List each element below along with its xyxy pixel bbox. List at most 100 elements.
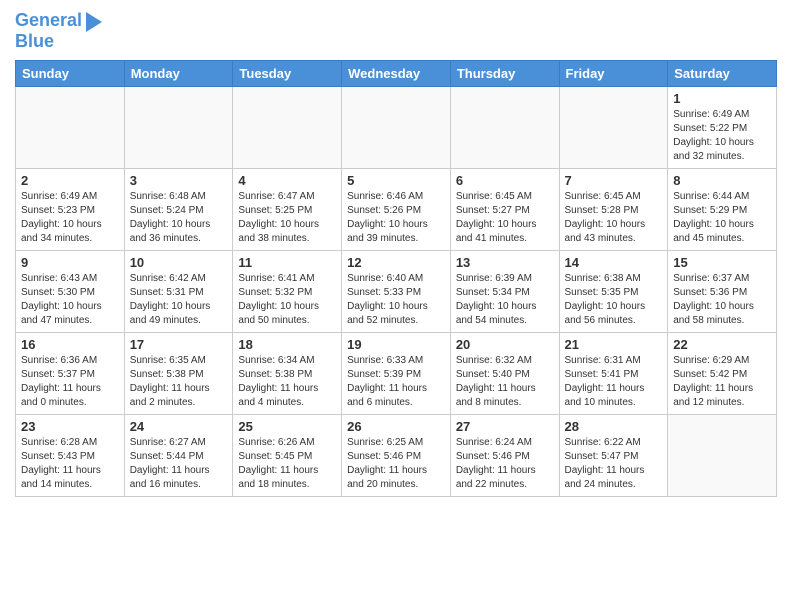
calendar-cell: 17 Sunrise: 6:35 AM Sunset: 5:38 PM Dayli… xyxy=(124,332,233,414)
day-info: Sunrise: 6:38 AM Sunset: 5:35 PM Dayligh… xyxy=(565,272,663,328)
calendar-cell: 12 Sunrise: 6:40 AM Sunset: 5:33 PM Dayli… xyxy=(342,250,451,332)
calendar-cell xyxy=(233,86,342,168)
calendar-cell: 8 Sunrise: 6:44 AM Sunset: 5:29 PM Daylig… xyxy=(668,168,777,250)
day-info: Sunrise: 6:48 AM Sunset: 5:24 PM Dayligh… xyxy=(130,190,228,246)
day-info: Sunrise: 6:47 AM Sunset: 5:25 PM Dayligh… xyxy=(238,190,336,246)
calendar-week-3: 9 Sunrise: 6:43 AM Sunset: 5:30 PM Daylig… xyxy=(16,250,777,332)
day-info: Sunrise: 6:22 AM Sunset: 5:47 PM Dayligh… xyxy=(565,436,663,492)
logo: General Blue xyxy=(15,10,102,52)
col-header-thursday: Thursday xyxy=(450,60,559,86)
day-number: 19 xyxy=(347,337,445,352)
day-number: 15 xyxy=(673,255,771,270)
calendar-cell: 13 Sunrise: 6:39 AM Sunset: 5:34 PM Dayli… xyxy=(450,250,559,332)
day-number: 13 xyxy=(456,255,554,270)
calendar-cell: 22 Sunrise: 6:29 AM Sunset: 5:42 PM Dayli… xyxy=(668,332,777,414)
col-header-friday: Friday xyxy=(559,60,668,86)
calendar-week-4: 16Sunrise: 6:36 AM Sunset: 5:37 PM Dayli… xyxy=(16,332,777,414)
day-info: Sunrise: 6:26 AM Sunset: 5:45 PM Dayligh… xyxy=(238,436,336,492)
day-info: Sunrise: 6:45 AM Sunset: 5:27 PM Dayligh… xyxy=(456,190,554,246)
day-number: 11 xyxy=(238,255,336,270)
day-number: 1 xyxy=(673,91,771,106)
day-info: Sunrise: 6:37 AM Sunset: 5:36 PM Dayligh… xyxy=(673,272,771,328)
calendar-cell: 18Sunrise: 6:34 AM Sunset: 5:38 PM Dayli… xyxy=(233,332,342,414)
col-header-saturday: Saturday xyxy=(668,60,777,86)
day-number: 20 xyxy=(456,337,554,352)
day-number: 26 xyxy=(347,419,445,434)
calendar-cell: 2 Sunrise: 6:49 AM Sunset: 5:23 PM Daylig… xyxy=(16,168,125,250)
calendar-cell: 19 Sunrise: 6:33 AM Sunset: 5:39 PM Dayli… xyxy=(342,332,451,414)
calendar-week-5: 23 Sunrise: 6:28 AM Sunset: 5:43 PM Dayli… xyxy=(16,414,777,496)
calendar-cell: 7 Sunrise: 6:45 AM Sunset: 5:28 PM Daylig… xyxy=(559,168,668,250)
day-info: Sunrise: 6:28 AM Sunset: 5:43 PM Dayligh… xyxy=(21,436,119,492)
calendar: SundayMondayTuesdayWednesdayThursdayFrid… xyxy=(15,60,777,497)
calendar-cell: 24 Sunrise: 6:27 AM Sunset: 5:44 PM Dayli… xyxy=(124,414,233,496)
day-number: 21 xyxy=(565,337,663,352)
calendar-cell xyxy=(559,86,668,168)
day-number: 9 xyxy=(21,255,119,270)
calendar-cell: 16Sunrise: 6:36 AM Sunset: 5:37 PM Dayli… xyxy=(16,332,125,414)
calendar-cell: 4 Sunrise: 6:47 AM Sunset: 5:25 PM Daylig… xyxy=(233,168,342,250)
calendar-cell: 21Sunrise: 6:31 AM Sunset: 5:41 PM Dayli… xyxy=(559,332,668,414)
col-header-wednesday: Wednesday xyxy=(342,60,451,86)
day-info: Sunrise: 6:33 AM Sunset: 5:39 PM Dayligh… xyxy=(347,354,445,410)
calendar-cell: 23 Sunrise: 6:28 AM Sunset: 5:43 PM Dayli… xyxy=(16,414,125,496)
calendar-cell xyxy=(668,414,777,496)
page: General Blue SundayMondayTuesdayWednesda… xyxy=(0,0,792,507)
day-number: 24 xyxy=(130,419,228,434)
day-info: Sunrise: 6:24 AM Sunset: 5:46 PM Dayligh… xyxy=(456,436,554,492)
calendar-cell: 25 Sunrise: 6:26 AM Sunset: 5:45 PM Dayli… xyxy=(233,414,342,496)
calendar-cell: 15 Sunrise: 6:37 AM Sunset: 5:36 PM Dayli… xyxy=(668,250,777,332)
day-info: Sunrise: 6:46 AM Sunset: 5:26 PM Dayligh… xyxy=(347,190,445,246)
day-number: 4 xyxy=(238,173,336,188)
calendar-cell: 26 Sunrise: 6:25 AM Sunset: 5:46 PM Dayli… xyxy=(342,414,451,496)
calendar-cell: 11 Sunrise: 6:41 AM Sunset: 5:32 PM Dayli… xyxy=(233,250,342,332)
calendar-cell: 6Sunrise: 6:45 AM Sunset: 5:27 PM Daylig… xyxy=(450,168,559,250)
logo-blue: Blue xyxy=(15,31,54,51)
calendar-cell: 1 Sunrise: 6:49 AM Sunset: 5:22 PM Daylig… xyxy=(668,86,777,168)
day-number: 14 xyxy=(565,255,663,270)
calendar-week-2: 2 Sunrise: 6:49 AM Sunset: 5:23 PM Daylig… xyxy=(16,168,777,250)
day-number: 16 xyxy=(21,337,119,352)
day-info: Sunrise: 6:49 AM Sunset: 5:22 PM Dayligh… xyxy=(673,108,771,164)
calendar-week-1: 1 Sunrise: 6:49 AM Sunset: 5:22 PM Daylig… xyxy=(16,86,777,168)
calendar-cell: 5Sunrise: 6:46 AM Sunset: 5:26 PM Daylig… xyxy=(342,168,451,250)
day-info: Sunrise: 6:44 AM Sunset: 5:29 PM Dayligh… xyxy=(673,190,771,246)
calendar-cell: 10 Sunrise: 6:42 AM Sunset: 5:31 PM Dayli… xyxy=(124,250,233,332)
day-number: 18 xyxy=(238,337,336,352)
day-info: Sunrise: 6:32 AM Sunset: 5:40 PM Dayligh… xyxy=(456,354,554,410)
calendar-cell xyxy=(450,86,559,168)
calendar-cell: 20 Sunrise: 6:32 AM Sunset: 5:40 PM Dayli… xyxy=(450,332,559,414)
calendar-cell xyxy=(124,86,233,168)
day-info: Sunrise: 6:43 AM Sunset: 5:30 PM Dayligh… xyxy=(21,272,119,328)
day-number: 27 xyxy=(456,419,554,434)
day-number: 3 xyxy=(130,173,228,188)
day-info: Sunrise: 6:39 AM Sunset: 5:34 PM Dayligh… xyxy=(456,272,554,328)
day-number: 7 xyxy=(565,173,663,188)
day-info: Sunrise: 6:29 AM Sunset: 5:42 PM Dayligh… xyxy=(673,354,771,410)
calendar-cell: 28Sunrise: 6:22 AM Sunset: 5:47 PM Dayli… xyxy=(559,414,668,496)
calendar-header-row: SundayMondayTuesdayWednesdayThursdayFrid… xyxy=(16,60,777,86)
col-header-monday: Monday xyxy=(124,60,233,86)
day-info: Sunrise: 6:42 AM Sunset: 5:31 PM Dayligh… xyxy=(130,272,228,328)
calendar-cell xyxy=(342,86,451,168)
day-number: 25 xyxy=(238,419,336,434)
col-header-tuesday: Tuesday xyxy=(233,60,342,86)
day-number: 8 xyxy=(673,173,771,188)
logo-text: General xyxy=(15,11,82,31)
day-number: 12 xyxy=(347,255,445,270)
calendar-cell: 9 Sunrise: 6:43 AM Sunset: 5:30 PM Daylig… xyxy=(16,250,125,332)
header: General Blue xyxy=(15,10,777,52)
day-info: Sunrise: 6:45 AM Sunset: 5:28 PM Dayligh… xyxy=(565,190,663,246)
day-info: Sunrise: 6:49 AM Sunset: 5:23 PM Dayligh… xyxy=(21,190,119,246)
day-number: 23 xyxy=(21,419,119,434)
day-info: Sunrise: 6:40 AM Sunset: 5:33 PM Dayligh… xyxy=(347,272,445,328)
day-info: Sunrise: 6:25 AM Sunset: 5:46 PM Dayligh… xyxy=(347,436,445,492)
day-number: 2 xyxy=(21,173,119,188)
day-number: 22 xyxy=(673,337,771,352)
day-number: 10 xyxy=(130,255,228,270)
day-number: 17 xyxy=(130,337,228,352)
day-info: Sunrise: 6:35 AM Sunset: 5:38 PM Dayligh… xyxy=(130,354,228,410)
calendar-cell: 3 Sunrise: 6:48 AM Sunset: 5:24 PM Daylig… xyxy=(124,168,233,250)
day-info: Sunrise: 6:27 AM Sunset: 5:44 PM Dayligh… xyxy=(130,436,228,492)
day-info: Sunrise: 6:41 AM Sunset: 5:32 PM Dayligh… xyxy=(238,272,336,328)
